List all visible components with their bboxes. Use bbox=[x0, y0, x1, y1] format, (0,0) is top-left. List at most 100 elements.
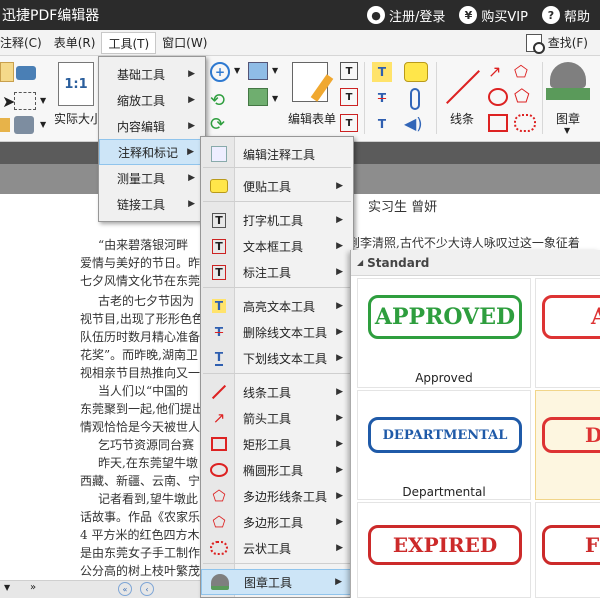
select-dropdown-icon[interactable]: ▼ bbox=[40, 96, 46, 105]
refresh-icon[interactable]: ⟳ bbox=[210, 114, 225, 135]
find-button[interactable]: 查找(F) bbox=[525, 33, 600, 54]
menu-item-label: 椭圆形工具 bbox=[243, 463, 304, 478]
polygon-line-tool-icon[interactable]: ⬠ bbox=[514, 62, 528, 81]
buy-vip-label: 购买VIP bbox=[481, 9, 528, 25]
add-image-icon[interactable] bbox=[248, 88, 268, 106]
people-icon[interactable] bbox=[14, 116, 34, 134]
underline-tool-icon[interactable]: T bbox=[372, 114, 392, 134]
stamp-partial-1[interactable]: A bbox=[535, 278, 600, 388]
stamp-expired[interactable]: EXPIRED bbox=[357, 502, 531, 598]
menu-item-typewriter[interactable]: T 打字机工具 ▶ bbox=[201, 207, 353, 233]
menu-item-sticky-note[interactable]: 便贴工具 ▶ bbox=[201, 173, 353, 199]
arrow-tool-icon[interactable]: ↗ bbox=[488, 62, 501, 81]
menu-item-label: 内容编辑 bbox=[117, 119, 166, 134]
status-expand-icon[interactable]: » bbox=[30, 582, 36, 593]
line-icon bbox=[209, 382, 229, 402]
menu-item-zoom-tools[interactable]: 缩放工具 ▶ bbox=[99, 87, 205, 113]
departmental-stamp-image: DEPARTMENTAL bbox=[368, 417, 522, 453]
edit-form-label: 编辑表单 bbox=[288, 112, 337, 126]
stamp-partial-3[interactable]: F bbox=[535, 502, 600, 598]
document-line: 公分高的树上枝叶繁茂 bbox=[80, 564, 201, 578]
image-edit-dropdown-icon[interactable]: ▼ bbox=[272, 66, 278, 75]
stamp-caption: Departmental bbox=[402, 485, 486, 499]
sound-icon[interactable]: ◀) bbox=[404, 114, 423, 133]
menu-item-underline[interactable]: T 下划线文本工具 ▶ bbox=[201, 345, 353, 371]
nav-first-icon[interactable]: « bbox=[118, 582, 132, 596]
stamp-dropdown-icon[interactable]: ▼ bbox=[564, 126, 570, 135]
actual-size-button[interactable]: 1:1 bbox=[58, 62, 94, 106]
strikethrough-tool-icon[interactable]: T bbox=[372, 88, 392, 108]
stamp-departmental[interactable]: DEPARTMENTAL Departmental bbox=[357, 390, 531, 500]
menu-item-polygon[interactable]: ⬠ 多边形工具 ▶ bbox=[201, 509, 353, 535]
menu-form[interactable]: 表单(R) bbox=[48, 32, 102, 54]
menu-item-textbox[interactable]: T 文本框工具 ▶ bbox=[201, 233, 353, 259]
buy-vip-button[interactable]: ¥ 购买VIP bbox=[459, 6, 528, 25]
highlight-tool-icon[interactable]: T bbox=[372, 62, 392, 82]
menu-item-rectangle[interactable]: 矩形工具 ▶ bbox=[201, 431, 353, 457]
menu-item-label: 线条工具 bbox=[243, 385, 292, 400]
partial-stamp-image: D bbox=[542, 417, 600, 453]
menu-item-label: 图章工具 bbox=[244, 575, 293, 590]
zoom-dropdown-icon[interactable]: ▼ bbox=[234, 66, 240, 75]
menu-item-callout[interactable]: T 标注工具 ▶ bbox=[201, 259, 353, 285]
help-button[interactable]: ? 帮助 bbox=[541, 6, 590, 25]
textbox-tool-icon[interactable]: T bbox=[340, 88, 358, 106]
menu-item-edit-annotation[interactable]: 编辑注释工具 bbox=[201, 141, 353, 167]
menu-item-polyline[interactable]: ⬠ 多边形线条工具 ▶ bbox=[201, 483, 353, 509]
menu-item-cloud[interactable]: 云状工具 ▶ bbox=[201, 535, 353, 561]
polygon-tool-icon[interactable]: ⬠ bbox=[514, 86, 530, 107]
pen-tool-icon[interactable] bbox=[0, 118, 10, 132]
tools-menu: 基础工具 ▶ 缩放工具 ▶ 内容编辑 ▶ 注释和标记 ▶ 测量工具 ▶ 链接工具 ▶ bbox=[98, 56, 206, 222]
rectangle-tool-icon[interactable] bbox=[488, 114, 508, 132]
menu-separator bbox=[203, 201, 351, 202]
stamp-approved[interactable]: APPROVED Approved bbox=[357, 278, 531, 388]
menu-item-ellipse[interactable]: 椭圆形工具 ▶ bbox=[201, 457, 353, 483]
camera-icon[interactable] bbox=[16, 66, 36, 80]
sticky-note-tool-icon[interactable] bbox=[404, 62, 428, 82]
menu-item-annotation-markup[interactable]: 注释和标记 ▶ bbox=[99, 139, 205, 165]
menu-item-content-edit[interactable]: 内容编辑 ▶ bbox=[99, 113, 205, 139]
attach-icon[interactable] bbox=[410, 88, 420, 110]
menu-item-highlight[interactable]: T 高亮文本工具 ▶ bbox=[201, 293, 353, 319]
find-icon bbox=[525, 33, 545, 54]
menu-item-arrow[interactable]: ↗ 箭头工具 ▶ bbox=[201, 405, 353, 431]
menu-item-label: 云状工具 bbox=[243, 541, 292, 556]
nav-prev-icon[interactable]: ‹ bbox=[140, 582, 154, 596]
menu-item-basic-tools[interactable]: 基础工具 ▶ bbox=[99, 61, 205, 87]
menu-item-label: 多边形线条工具 bbox=[243, 489, 328, 504]
menu-window[interactable]: 窗口(W) bbox=[156, 32, 213, 54]
add-image-dropdown-icon[interactable]: ▼ bbox=[272, 94, 278, 103]
menu-annotate[interactable]: 注释(C) bbox=[0, 32, 48, 54]
polygon-icon: ⬠ bbox=[212, 513, 226, 531]
arrow-icon: ↗ bbox=[212, 409, 226, 427]
menu-item-strikethrough[interactable]: T 删除线文本工具 ▶ bbox=[201, 319, 353, 345]
select-area-icon[interactable] bbox=[14, 92, 36, 110]
menu-item-line[interactable]: 线条工具 ▶ bbox=[201, 379, 353, 405]
typewriter-tool-icon[interactable]: T bbox=[340, 62, 358, 80]
submenu-arrow-icon: ▶ bbox=[188, 95, 195, 105]
line-tool-icon[interactable] bbox=[446, 70, 480, 104]
expired-stamp-image: EXPIRED bbox=[368, 525, 522, 565]
callout-tool-icon[interactable]: T bbox=[340, 114, 358, 132]
image-edit-icon[interactable] bbox=[248, 62, 268, 80]
menu-tools[interactable]: 工具(T) bbox=[101, 31, 157, 54]
menu-item-label: 高亮文本工具 bbox=[243, 299, 316, 314]
people-dropdown-icon[interactable]: ▼ bbox=[40, 120, 46, 129]
status-dropdown-icon[interactable]: ▼ bbox=[4, 583, 10, 592]
help-label: 帮助 bbox=[563, 9, 590, 25]
stamp-text: DEPARTMENTAL bbox=[382, 427, 508, 443]
collapse-icon: ◢ bbox=[357, 258, 364, 267]
hand-tool-icon[interactable] bbox=[0, 62, 14, 82]
stamp-text: A bbox=[591, 304, 600, 330]
stamp-head-icon[interactable] bbox=[550, 62, 586, 88]
ellipse-tool-icon[interactable] bbox=[488, 88, 508, 106]
register-login-button[interactable]: ● 注册/登录 bbox=[367, 6, 445, 25]
menu-item-stamp[interactable]: 图章工具 ▶ bbox=[201, 569, 353, 595]
rotate-icon[interactable]: ⟲ bbox=[210, 90, 225, 111]
menu-item-measure-tools[interactable]: 测量工具 ▶ bbox=[99, 165, 205, 191]
stamp-category-header[interactable]: ◢ Standard bbox=[351, 250, 600, 276]
stamp-partial-2[interactable]: D bbox=[535, 390, 600, 500]
cloud-tool-icon[interactable] bbox=[514, 114, 536, 132]
zoom-in-icon[interactable]: + bbox=[210, 62, 230, 82]
menu-item-link-tools[interactable]: 链接工具 ▶ bbox=[99, 191, 205, 217]
